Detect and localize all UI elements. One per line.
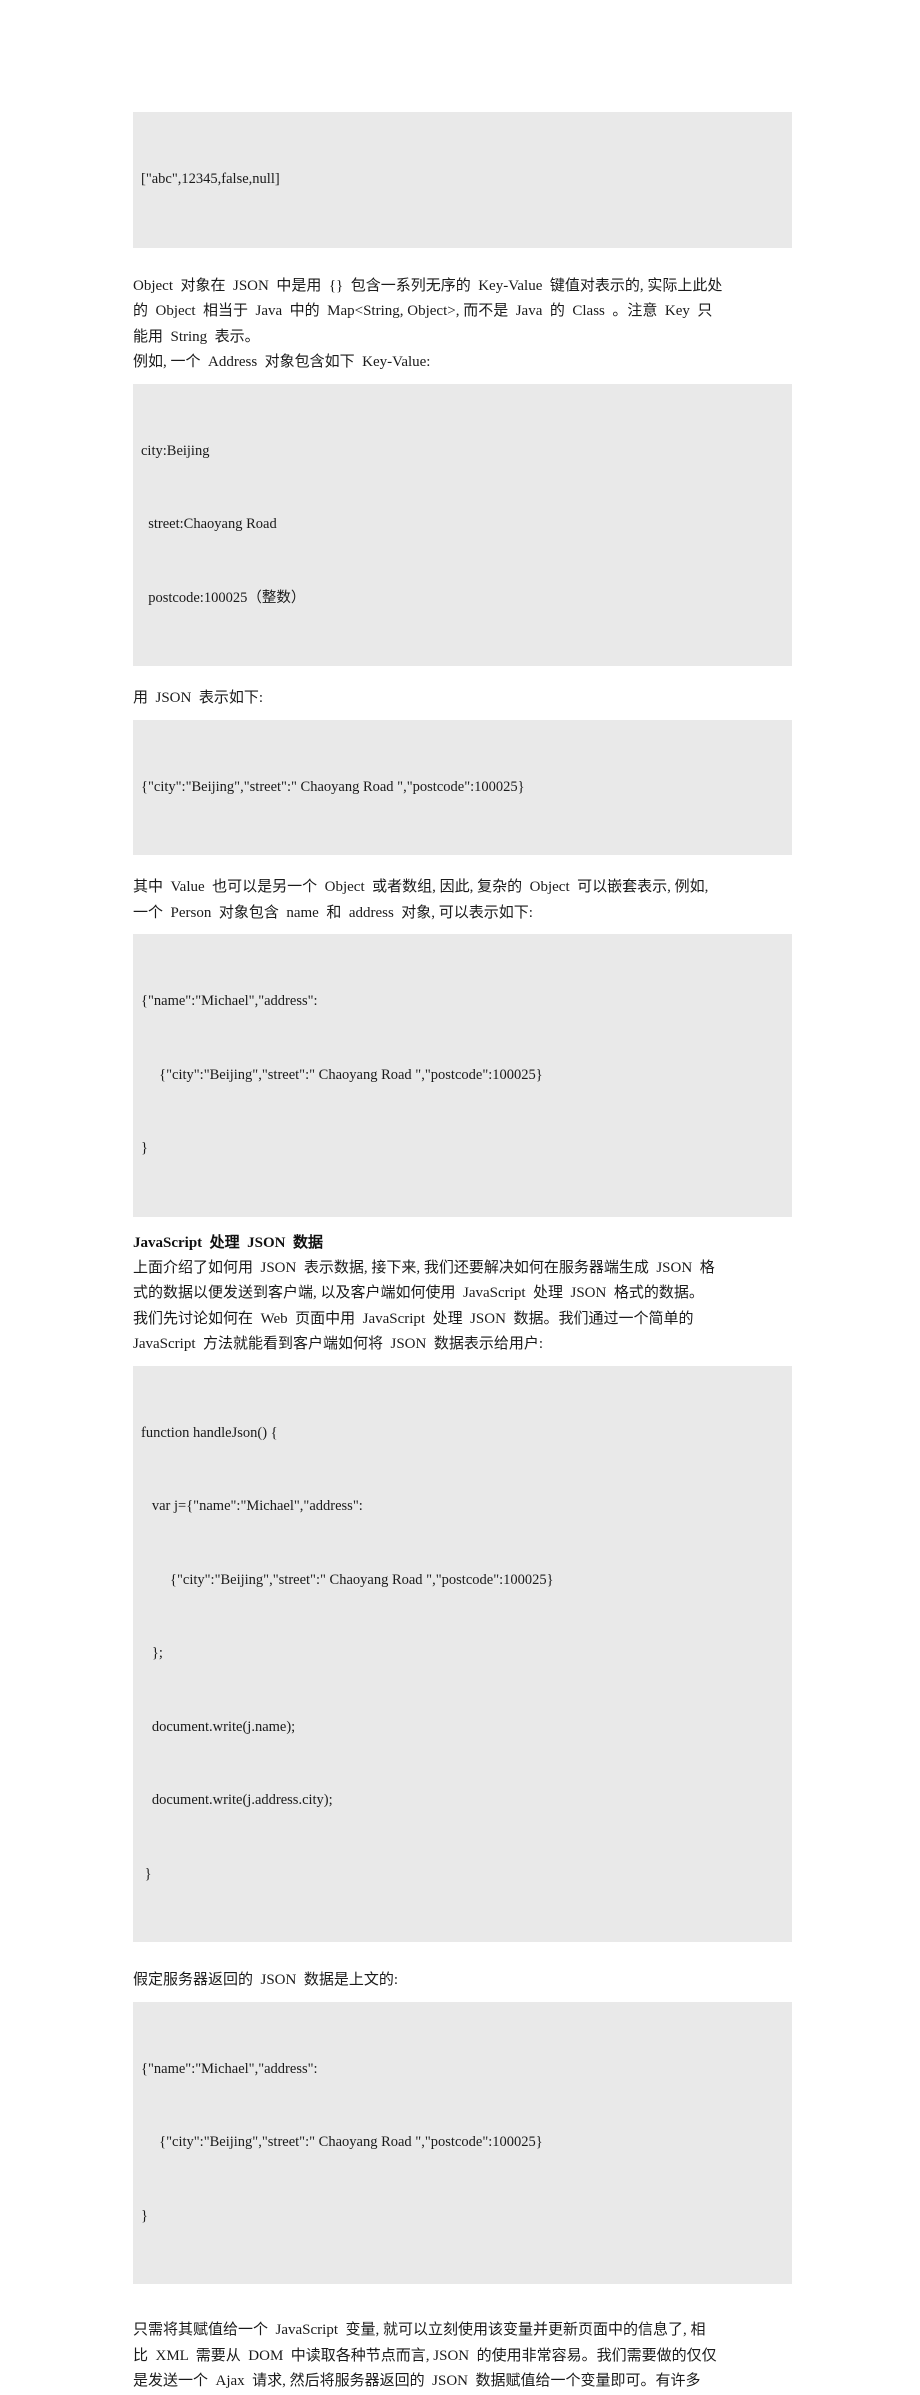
handle-json-line-5: document.write(j.name); (141, 1718, 296, 1735)
person-json-line-2: {"city":"Beijing","street":" Chaoyang Ro… (141, 1066, 543, 1083)
javascript-section-heading: JavaScript 处理 JSON 数据 (133, 1234, 324, 1251)
javascript-paragraph-line-1: 上面介绍了如何用 JSON 表示数据, 接下来, 我们还要解决如何在服务器端生成… (133, 1259, 715, 1276)
document-page: ["abc",12345,false,null] Object 对象在 JSON… (0, 0, 920, 2389)
object-paragraph-line-2: 的 Object 相当于 Java 中的 Map<String, Object>… (133, 303, 713, 319)
json-representation-intro: 用 JSON 表示如下: (133, 690, 264, 706)
server-return-json-block: {"name":"Michael","address": {"city":"Be… (133, 2001, 792, 2284)
object-paragraph-line-4: 例如, 一个 Address 对象包含如下 Key-Value: (133, 354, 431, 370)
address-keyvalue-line-3: postcode:100025（整数） (141, 589, 306, 606)
javascript-explanation-paragraph: 上面介绍了如何用 JSON 表示数据, 接下来, 我们还要解决如何在服务器端生成… (133, 1256, 792, 1358)
object-paragraph-line-1: Object 对象在 JSON 中是用 {} 包含一系列无序的 Key-Valu… (133, 277, 723, 294)
javascript-paragraph-line-3: 我们先讨论如何在 Web 页面中用 JavaScript 处理 JSON 数据。… (133, 1310, 694, 1327)
closing-paragraph: 只需将其赋值给一个 JavaScript 变量, 就可以立刻使用该变量并更新页面… (133, 2318, 792, 2395)
object-explanation-paragraph: Object 对象在 JSON 中是用 {} 包含一系列无序的 Key-Valu… (133, 274, 792, 376)
document-content: ["abc",12345,false,null] Object 对象在 JSON… (133, 0, 792, 2395)
address-keyvalue-line-1: city:Beijing (141, 442, 210, 459)
javascript-paragraph-line-2: 式的数据以便发送到客户端, 以及客户端如何使用 JavaScript 处理 JS… (133, 1285, 704, 1301)
array-example-block: ["abc",12345,false,null] (133, 112, 792, 248)
person-json-line-3: } (141, 1140, 148, 1156)
handle-json-function-block: function handleJson() { var j={"name":"M… (133, 1365, 792, 1942)
javascript-paragraph-line-4: JavaScript 方法就能看到客户端如何将 JSON 数据表示给用户: (133, 1336, 543, 1352)
server-return-json-line-2: {"city":"Beijing","street":" Chaoyang Ro… (141, 2134, 543, 2150)
object-paragraph-line-3: 能用 String 表示。 (133, 328, 260, 345)
array-example-line-1: ["abc",12345,false,null] (141, 171, 280, 187)
handle-json-line-1: function handleJson() { (141, 1424, 278, 1441)
server-return-json-line-3: } (141, 2207, 148, 2224)
nested-paragraph-line-2: 一个 Person 对象包含 name 和 address 对象, 可以表示如下… (133, 904, 533, 921)
closing-paragraph-line-3: 是发送一个 Ajax 请求, 然后将服务器返回的 JSON 数据赋值给一个变量即… (133, 2373, 701, 2389)
address-keyvalue-line-2: street:Chaoyang Road (141, 516, 277, 532)
person-json-line-1: {"name":"Michael","address": (141, 993, 318, 1009)
top-spacer (133, 0, 792, 112)
nested-object-paragraph: 其中 Value 也可以是另一个 Object 或者数组, 因此, 复杂的 Ob… (133, 875, 792, 926)
handle-json-line-2: var j={"name":"Michael","address": (141, 1498, 363, 1514)
handle-json-line-7: } (141, 1865, 152, 1882)
handle-json-line-3: {"city":"Beijing","street":" Chaoyang Ro… (141, 1571, 554, 1588)
address-json-block: {"city":"Beijing","street":" Chaoyang Ro… (133, 719, 792, 855)
handle-json-line-4: }; (141, 1645, 163, 1661)
handle-json-line-6: document.write(j.address.city); (141, 1792, 333, 1808)
closing-paragraph-line-2: 比 XML 需要从 DOM 中读取各种节点而言, JSON 的使用非常容易。我们… (133, 2347, 717, 2364)
person-json-block: {"name":"Michael","address": {"city":"Be… (133, 934, 792, 1217)
server-return-intro: 假定服务器返回的 JSON 数据是上文的: (133, 1972, 399, 1988)
server-return-json-line-1: {"name":"Michael","address": (141, 2060, 318, 2077)
nested-paragraph-line-1: 其中 Value 也可以是另一个 Object 或者数组, 因此, 复杂的 Ob… (133, 879, 709, 895)
address-json-line-1: {"city":"Beijing","street":" Chaoyang Ro… (141, 778, 525, 795)
closing-paragraph-line-1: 只需将其赋值给一个 JavaScript 变量, 就可以立刻使用该变量并更新页面… (133, 2322, 706, 2338)
address-keyvalue-block: city:Beijing street:Chaoyang Road postco… (133, 383, 792, 666)
